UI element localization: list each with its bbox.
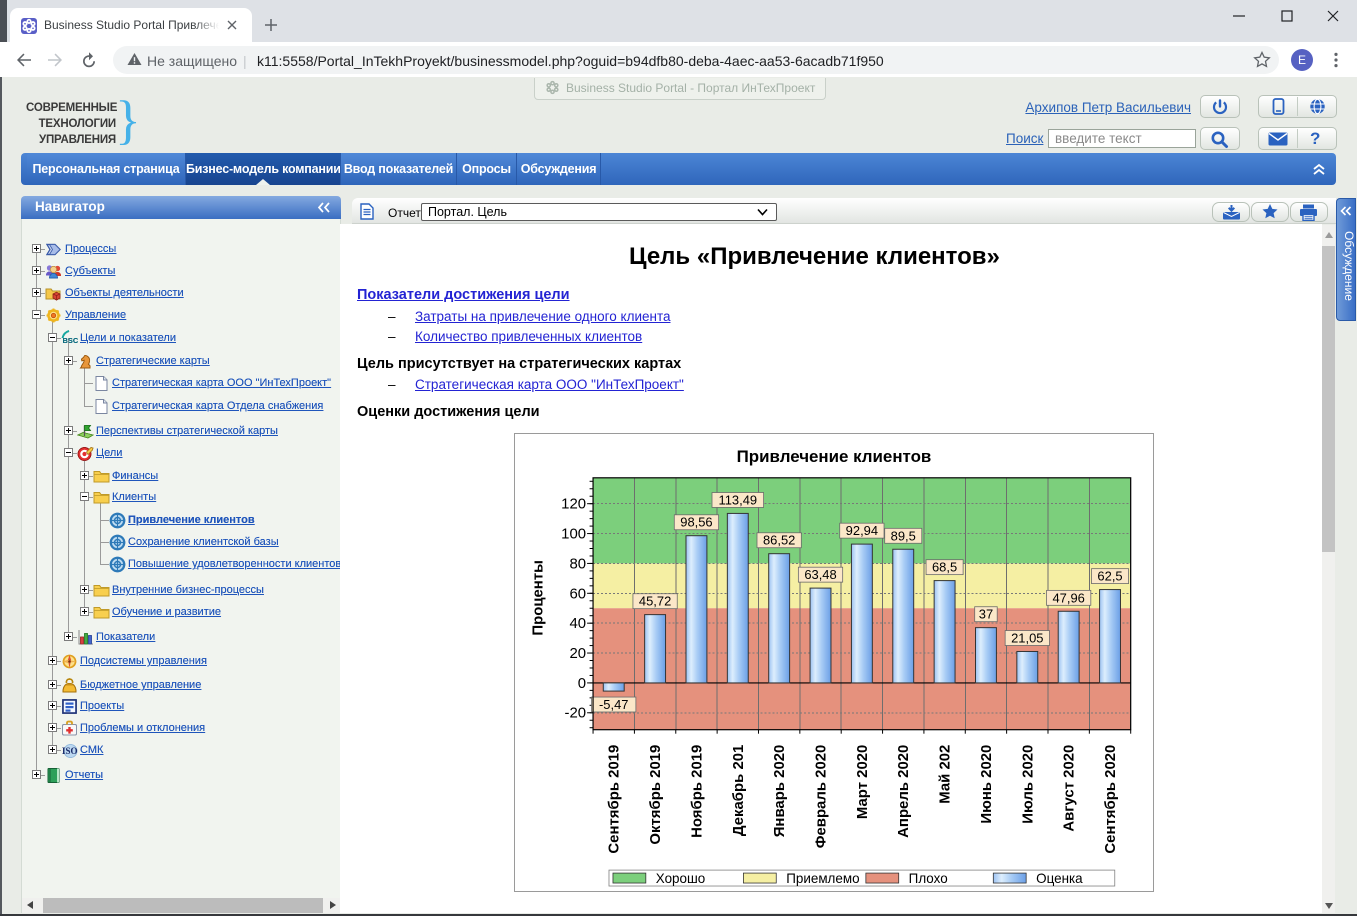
- svg-text:Хорошо: Хорошо: [656, 871, 706, 886]
- svg-text:21,05: 21,05: [1011, 631, 1043, 646]
- svg-text:Плохо: Плохо: [909, 871, 948, 886]
- svg-text:Февраль 2020: Февраль 2020: [812, 745, 829, 849]
- svg-text:120: 120: [561, 496, 586, 513]
- svg-text:Май 202: Май 202: [937, 745, 954, 804]
- svg-text:-5,47: -5,47: [599, 697, 629, 712]
- svg-text:-20: -20: [565, 705, 587, 722]
- svg-text:Ноябрь 2019: Ноябрь 2019: [688, 745, 705, 838]
- svg-text:Сентябрь 2020: Сентябрь 2020: [1102, 745, 1119, 854]
- svg-text:Июнь 2020: Июнь 2020: [978, 745, 995, 824]
- svg-text:68,5: 68,5: [932, 560, 957, 575]
- svg-text:Оценка: Оценка: [1036, 871, 1083, 886]
- svg-text:20: 20: [569, 645, 586, 662]
- svg-text:47,96: 47,96: [1052, 590, 1084, 605]
- svg-text:Проценты: Проценты: [529, 560, 546, 636]
- svg-text:0: 0: [578, 675, 586, 692]
- svg-text:Октябрь 2019: Октябрь 2019: [647, 745, 664, 845]
- svg-text:80: 80: [569, 555, 586, 572]
- svg-text:89,5: 89,5: [891, 528, 916, 543]
- svg-text:100: 100: [561, 526, 586, 543]
- svg-text:98,56: 98,56: [680, 515, 712, 530]
- svg-text:BSC: BSC: [63, 336, 79, 345]
- svg-text:Декабрь 201: Декабрь 201: [730, 745, 747, 836]
- svg-text:Июль 2020: Июль 2020: [1019, 745, 1036, 824]
- svg-text:62,5: 62,5: [1097, 569, 1122, 584]
- svg-text:Январь 2020: Январь 2020: [771, 745, 788, 838]
- svg-text:Сентябрь 2019: Сентябрь 2019: [606, 745, 623, 854]
- svg-text:86,52: 86,52: [763, 533, 795, 548]
- svg-text:60: 60: [569, 585, 586, 602]
- svg-text:40: 40: [569, 615, 586, 632]
- svg-text:Привлечение клиентов: Привлечение клиентов: [737, 447, 932, 466]
- svg-text:113,49: 113,49: [718, 492, 757, 507]
- svg-text:92,94: 92,94: [846, 523, 878, 538]
- svg-text:37: 37: [979, 607, 993, 622]
- svg-text:45,72: 45,72: [639, 594, 671, 609]
- svg-text:Приемлемо: Приемлемо: [786, 871, 859, 886]
- svg-text:Август 2020: Август 2020: [1061, 745, 1078, 832]
- svg-text:Апрель 2020: Апрель 2020: [895, 745, 912, 838]
- svg-text:Март 2020: Март 2020: [854, 745, 871, 819]
- svg-text:63,48: 63,48: [804, 567, 836, 582]
- svg-text:ISO: ISO: [62, 746, 78, 756]
